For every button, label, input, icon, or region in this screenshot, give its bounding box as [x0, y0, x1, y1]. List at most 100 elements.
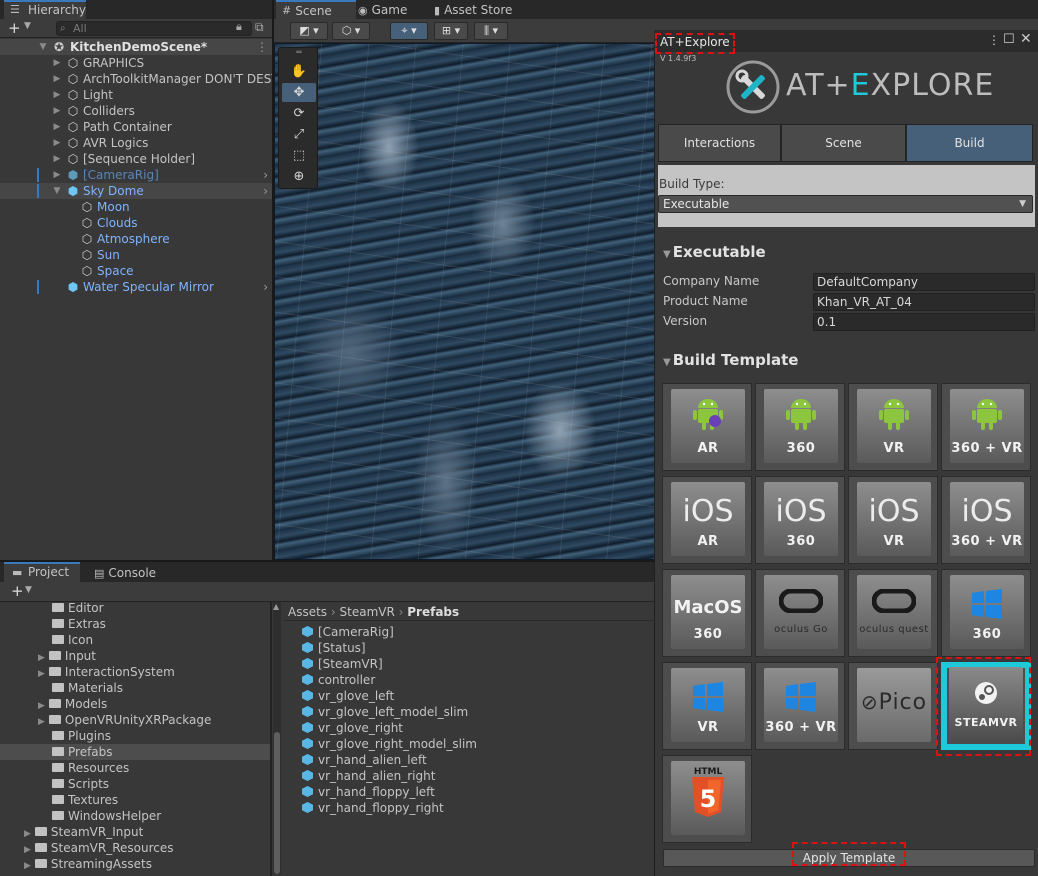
folder-tree-scrollbar[interactable]: ▲ — [273, 602, 281, 874]
asset-item[interactable]: vr_glove_left_model_slim — [302, 704, 468, 720]
asset-item[interactable]: [Status] — [302, 640, 366, 656]
folder-item-prefabs[interactable]: Prefabs — [52, 744, 113, 760]
template-android-360-vr[interactable]: 360 + VR — [941, 383, 1031, 471]
tab-build[interactable]: Build — [906, 124, 1033, 162]
drag-handle-icon[interactable]: ═ — [282, 48, 316, 58]
scroll-up-icon[interactable]: ▲ — [273, 602, 279, 611]
hierarchy-item-path-container[interactable]: ▶ ⬡ Path Container — [0, 119, 272, 135]
hierarchy-item-water-specular-mirror[interactable]: ⬢ Water Specular Mirror › — [0, 279, 272, 295]
hierarchy-item-light[interactable]: ▶ ⬡ Light — [0, 87, 272, 103]
folder-item-openvr[interactable]: ▶ OpenVRUnityXRPackage — [38, 712, 211, 728]
chevron-right-icon[interactable]: › — [263, 279, 268, 295]
rotate-tool-icon[interactable]: ⟳ — [282, 104, 316, 123]
scene-root-row[interactable]: ▼ ✪ KitchenDemoScene* ⋮ — [0, 39, 272, 55]
add-icon[interactable]: + — [8, 19, 21, 37]
tab-console[interactable]: ▤ Console — [94, 564, 156, 582]
folder-item-steamvr-input[interactable]: ▶ SteamVR_Input — [24, 824, 143, 840]
hierarchy-item-atmosphere[interactable]: ⬡ Atmosphere — [0, 231, 272, 247]
breadcrumb-steamvr[interactable]: SteamVR — [340, 605, 395, 619]
chevron-down-icon[interactable]: ▼ — [38, 39, 48, 55]
chevron-right-icon[interactable]: ▶ — [52, 55, 62, 71]
template-ios-vr[interactable]: iOS VR — [848, 476, 938, 564]
folder-item-icon[interactable]: Icon — [52, 632, 93, 648]
chevron-down-icon[interactable]: ▼ — [25, 585, 32, 595]
template-windows-360[interactable]: 360 — [941, 569, 1031, 657]
company-name-field[interactable]: DefaultCompany — [813, 273, 1035, 291]
executable-section-header[interactable]: ▼ Executable — [663, 243, 766, 261]
product-name-field[interactable]: Khan_VR_AT_04 — [813, 293, 1035, 311]
breadcrumb-prefabs[interactable]: Prefabs — [407, 605, 459, 619]
asset-item[interactable]: vr_hand_alien_right — [302, 768, 435, 784]
folder-item-scripts[interactable]: Scripts — [52, 776, 109, 792]
chevron-right-icon[interactable]: ▶ — [52, 87, 62, 103]
hierarchy-item-graphics[interactable]: ▶ ⬡ GRAPHICS — [0, 55, 272, 71]
hierarchy-options-icon[interactable]: ⧉ — [255, 20, 264, 35]
chevron-right-icon[interactable]: ▶ — [24, 845, 31, 855]
hierarchy-tab[interactable]: ☰ Hierarchy — [4, 0, 86, 19]
chevron-right-icon[interactable]: › — [263, 167, 268, 183]
search-input[interactable]: ⌕ All — [56, 21, 252, 36]
template-windows-360-vr[interactable]: 360 + VR — [755, 662, 845, 750]
folder-item-streamingassets[interactable]: ▶ StreamingAssets — [24, 856, 152, 872]
chevron-right-icon[interactable]: ▶ — [52, 151, 62, 167]
chevron-right-icon[interactable]: ▶ — [38, 653, 45, 663]
more-options-icon[interactable]: ⋮ — [256, 39, 268, 55]
template-windows-vr[interactable]: VR — [662, 662, 752, 750]
hierarchy-item-archtoolkit[interactable]: ▶ ⬡ ArchToolkitManager DON'T DEST — [0, 71, 272, 87]
folder-item-plugins[interactable]: Plugins — [52, 728, 111, 744]
chevron-right-icon[interactable]: ▶ — [38, 717, 45, 727]
build-type-dropdown[interactable]: Executable ▼ — [658, 195, 1033, 213]
hierarchy-item-sun[interactable]: ⬡ Sun — [0, 247, 272, 263]
hand-tool-icon[interactable]: ✋ — [282, 62, 316, 81]
hierarchy-item-colliders[interactable]: ▶ ⬡ Colliders — [0, 103, 272, 119]
folder-item-interactionsystem[interactable]: ▶ InteractionSystem — [38, 664, 175, 680]
scale-tool-icon[interactable]: ⤢ — [282, 125, 316, 144]
hierarchy-item-space[interactable]: ⬡ Space — [0, 263, 272, 279]
lock-icon[interactable]: 🔒︎ — [236, 20, 242, 34]
folder-item-windowshelper[interactable]: WindowsHelper — [52, 808, 161, 824]
more-options-icon[interactable]: ⋮ — [988, 33, 1000, 47]
breadcrumb-assets[interactable]: Assets — [288, 605, 327, 619]
chevron-right-icon[interactable]: ▶ — [24, 829, 31, 839]
chevron-right-icon[interactable]: ▶ — [52, 135, 62, 151]
chevron-right-icon[interactable]: › — [263, 183, 268, 199]
template-macos-360[interactable]: MacOS 360 — [662, 569, 752, 657]
template-android-vr[interactable]: VR — [848, 383, 938, 471]
rect-tool-icon[interactable]: ⬚ — [282, 146, 316, 165]
move-tool-icon[interactable]: ✥ — [282, 83, 316, 102]
gizmos-button[interactable]: ⌖ ▾ — [390, 22, 428, 40]
grid-snap-button[interactable]: ⊞ ▾ — [434, 22, 468, 40]
asset-item[interactable]: controller — [302, 672, 375, 688]
chevron-down-icon[interactable]: ▼ — [663, 357, 671, 368]
add-icon[interactable]: + — [11, 582, 24, 600]
folder-item-editor[interactable]: Editor — [52, 600, 104, 616]
shading-button[interactable]: ⬡ ▾ — [332, 22, 370, 40]
chevron-right-icon[interactable]: ▶ — [52, 119, 62, 135]
hierarchy-item-moon[interactable]: ⬡ Moon — [0, 199, 272, 215]
tab-game[interactable]: ◉ Game — [358, 1, 407, 19]
tab-project[interactable]: ▬ Project — [4, 562, 80, 582]
template-android-ar[interactable]: AR — [662, 383, 752, 471]
asset-item[interactable]: vr_hand_floppy_left — [302, 784, 435, 800]
scene-viewport[interactable] — [275, 44, 655, 559]
hierarchy-item-camerarig[interactable]: ▶ ⬢ [CameraRig] › — [0, 167, 272, 183]
transform-tool-icon[interactable]: ⊕ — [282, 167, 316, 186]
folder-item-input[interactable]: ▶ Input — [38, 648, 96, 664]
folder-item-resources[interactable]: Resources — [52, 760, 129, 776]
chevron-right-icon[interactable]: ▶ — [52, 167, 62, 183]
chevron-right-icon[interactable]: ▶ — [38, 669, 45, 679]
chevron-right-icon[interactable]: ▶ — [38, 701, 45, 711]
chevron-down-icon[interactable]: ▼ — [52, 183, 62, 199]
chevron-down-icon[interactable]: ▼ — [663, 249, 671, 260]
chevron-right-icon[interactable]: ▶ — [52, 103, 62, 119]
maximize-icon[interactable]: ☐ — [1003, 32, 1015, 47]
hierarchy-item-sequence-holder[interactable]: ▶ ⬡ [Sequence Holder] — [0, 151, 272, 167]
chevron-right-icon[interactable]: ▶ — [52, 71, 62, 87]
tab-asset-store[interactable]: ▮ Asset Store — [434, 1, 512, 19]
tab-scene[interactable]: # Scene — [276, 0, 356, 19]
hierarchy-item-clouds[interactable]: ⬡ Clouds — [0, 215, 272, 231]
template-ios-360[interactable]: iOS 360 — [755, 476, 845, 564]
template-ios-360-vr[interactable]: iOS 360 + VR — [941, 476, 1031, 564]
asset-item[interactable]: vr_glove_left — [302, 688, 394, 704]
audio-effects-button[interactable]: ⫼ ▾ — [474, 22, 508, 40]
